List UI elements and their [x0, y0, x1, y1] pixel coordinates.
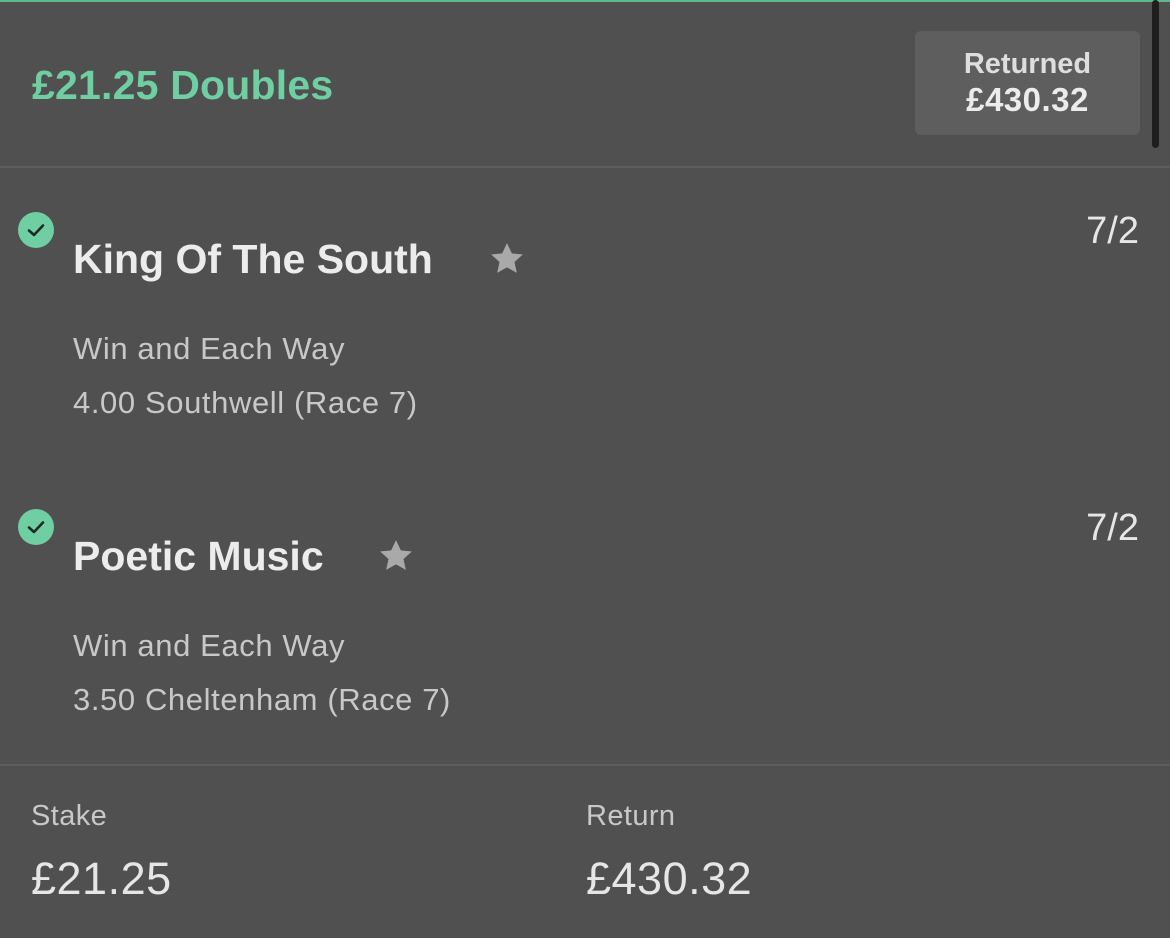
- returned-badge: Returned £430.32: [915, 31, 1140, 135]
- scrollbar[interactable]: [1152, 0, 1159, 148]
- check-circle-icon: [18, 509, 54, 545]
- selection-event: 3.50 Cheltenham (Race 7): [73, 682, 451, 717]
- returned-label: Returned: [963, 48, 1092, 80]
- selection-event: 4.00 Southwell (Race 7): [73, 385, 418, 420]
- footer-divider: [0, 764, 1170, 766]
- stake-value: £21.25: [31, 853, 172, 904]
- selection-item[interactable]: King Of The South 7/2 Win and Each Way 4…: [0, 200, 1170, 460]
- favourite-star-icon[interactable]: [487, 239, 527, 279]
- bet-title: £21.25 Doubles: [32, 62, 334, 108]
- return-label: Return: [586, 800, 676, 832]
- selection-item[interactable]: Poetic Music 7/2 Win and Each Way 3.50 C…: [0, 497, 1170, 757]
- selection-name: Poetic Music: [73, 533, 324, 579]
- return-value: £430.32: [586, 853, 753, 904]
- selection-odds: 7/2: [1086, 210, 1139, 252]
- bet-header[interactable]: £21.25 Doubles Returned £430.32: [0, 0, 1170, 167]
- returned-amount: £430.32: [966, 81, 1089, 118]
- stake-label: Stake: [31, 800, 108, 832]
- selection-market: Win and Each Way: [73, 628, 346, 663]
- bet-receipt: £21.25 Doubles Returned £430.32 King Of …: [0, 0, 1170, 938]
- check-circle-icon: [18, 212, 54, 248]
- selection-market: Win and Each Way: [73, 331, 346, 366]
- selection-odds: 7/2: [1086, 507, 1139, 549]
- header-divider: [0, 166, 1170, 168]
- favourite-star-icon[interactable]: [376, 536, 416, 576]
- selection-name: King Of The South: [73, 236, 433, 282]
